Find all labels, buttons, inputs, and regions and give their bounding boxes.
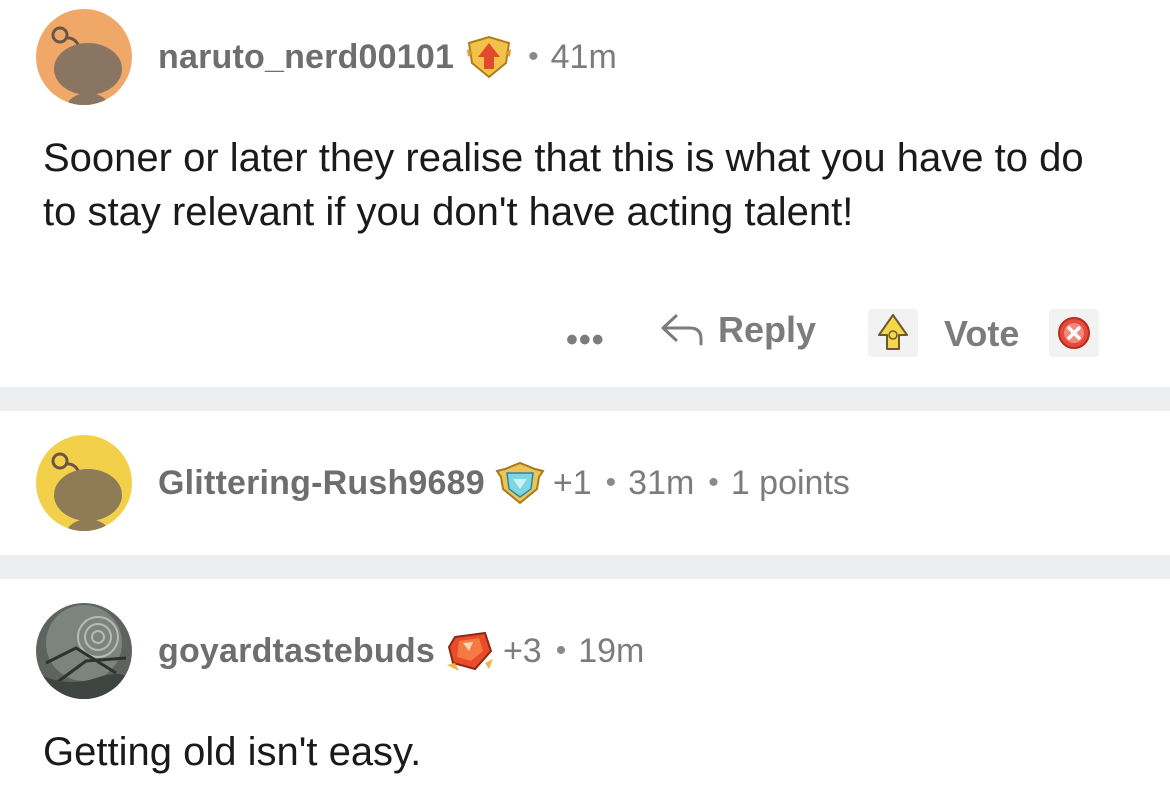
award-count: +1 bbox=[552, 463, 592, 502]
comment-3: goyardtastebuds +3 • 19m Getting old isn… bbox=[0, 579, 1170, 785]
username[interactable]: goyardtastebuds bbox=[158, 632, 435, 671]
comment-meta: Glittering-Rush9689 +1 • 31m • 1 points bbox=[158, 461, 850, 505]
diamond-shield-badge-icon bbox=[495, 461, 545, 505]
timestamp: 19m bbox=[578, 631, 645, 670]
points: 1 points bbox=[730, 463, 850, 502]
separator-dot: • bbox=[708, 466, 719, 499]
comment-header: goyardtastebuds +3 • 19m bbox=[36, 603, 644, 699]
more-options-button[interactable]: ••• bbox=[566, 321, 605, 360]
comment-2: Glittering-Rush9689 +1 • 31m • 1 points bbox=[0, 411, 1170, 555]
username[interactable]: naruto_nerd00101 bbox=[158, 38, 454, 77]
avatar[interactable] bbox=[36, 9, 132, 105]
vote-label: Vote bbox=[944, 313, 1020, 354]
comment-body: Getting old isn't easy. bbox=[43, 730, 422, 774]
reply-label: Reply bbox=[718, 309, 817, 350]
downvote-button[interactable] bbox=[1049, 309, 1099, 357]
username[interactable]: Glittering-Rush9689 bbox=[158, 464, 485, 503]
separator-dot: • bbox=[528, 40, 539, 73]
comment-divider bbox=[0, 387, 1170, 411]
orange-arrow-shield-badge-icon bbox=[464, 35, 514, 79]
red-gem-badge-icon bbox=[445, 629, 495, 673]
separator-dot: • bbox=[605, 466, 617, 499]
award-count: +3 bbox=[502, 631, 542, 670]
upvote-button[interactable] bbox=[868, 309, 918, 357]
comment-actions: ••• Reply Vote bbox=[0, 305, 1170, 361]
separator-dot: • bbox=[555, 634, 567, 667]
comment-divider bbox=[0, 555, 1170, 579]
upvote-icon bbox=[878, 314, 908, 350]
avatar[interactable] bbox=[36, 603, 132, 699]
timestamp: 31m bbox=[628, 463, 695, 502]
comment-header: naruto_nerd00101 • 41m bbox=[36, 9, 617, 105]
comment-1: naruto_nerd00101 • 41m Sooner or later t… bbox=[0, 0, 1170, 387]
downvote-x-icon bbox=[1058, 317, 1090, 349]
reply-arrow-icon bbox=[661, 314, 703, 346]
comment-meta: naruto_nerd00101 • 41m bbox=[158, 35, 617, 79]
snoo-avatar-icon bbox=[36, 9, 132, 105]
reply-button[interactable]: Reply bbox=[660, 309, 816, 351]
snoo-avatar-icon bbox=[36, 435, 132, 531]
avatar[interactable] bbox=[36, 435, 132, 531]
comment-header: Glittering-Rush9689 +1 • 31m • 1 points bbox=[36, 435, 850, 531]
comment-body: Sooner or later they realise that this i… bbox=[43, 136, 1084, 234]
stone-carving-avatar-icon bbox=[36, 603, 132, 699]
comment-meta: goyardtastebuds +3 • 19m bbox=[158, 629, 644, 673]
timestamp: 41m bbox=[550, 37, 617, 76]
